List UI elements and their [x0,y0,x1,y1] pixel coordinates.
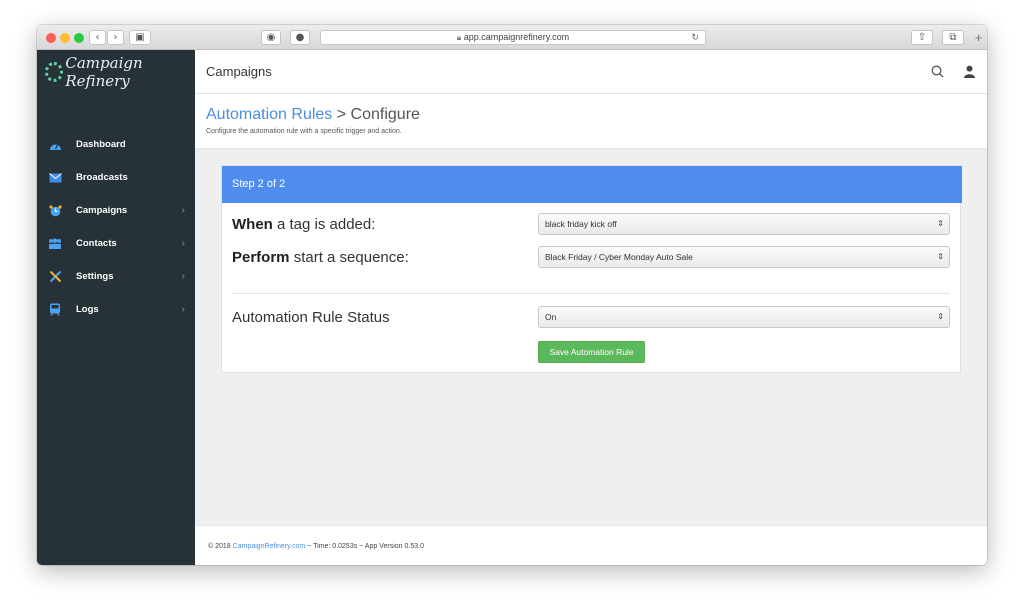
url-text: app.campaignrefinery.com [463,32,570,42]
sidebar-item-label: Logs [76,304,99,315]
page-footer: © 2018 CampaignRefinery.com ~ Time: 0.02… [195,525,987,565]
envelope-icon [48,172,62,184]
browser-window: ‹ › ▣ ◉ ● 🔒︎ app.campaignrefinery.com ↻ … [37,25,987,565]
dashboard-icon [48,139,62,151]
sidebar-toggle-icon[interactable]: ▣ [129,30,151,45]
form-divider [232,293,950,294]
share-icon[interactable]: ⇧ [911,30,933,45]
sidebar-item-dashboard[interactable]: Dashboard [37,128,195,161]
sidebar-item-label: Contacts [76,238,117,249]
chevron-right-icon: › [181,304,185,315]
tools-icon [48,270,62,283]
when-label-bold: When [232,216,273,233]
perform-sequence-value: Black Friday / Cyber Monday Auto Sale [545,252,693,262]
tabs-overview-icon[interactable]: ⧉ [942,30,964,45]
status-label: Automation Rule Status [232,309,390,326]
sidebar-item-contacts[interactable]: Contacts › [37,227,195,260]
perform-label: Perform start a sequence: [232,249,409,266]
address-bar[interactable]: 🔒︎ app.campaignrefinery.com ↻ [320,30,706,45]
back-icon[interactable]: ‹ [89,30,106,45]
when-tag-value: black friday kick off [545,219,617,229]
perform-label-text: start a sequence: [293,249,409,266]
breadcrumb-current: Configure [350,106,420,123]
user-icon[interactable] [963,65,977,79]
when-label: When a tag is added: [232,216,375,233]
minimize-window-button[interactable] [60,33,70,43]
sidebar-item-broadcasts[interactable]: Broadcasts [37,161,195,194]
train-icon [48,303,62,316]
step-indicator: Step 2 of 2 [222,166,962,203]
breadcrumb-separator: > [336,106,347,123]
people-icon [48,238,62,250]
select-arrows-icon: ⇕ [937,219,944,228]
sidebar: Campaign Refinery Dashboard Broadcasts C… [37,50,195,565]
brand-logo[interactable]: Campaign Refinery [37,50,195,94]
breadcrumb-automation-rules-link[interactable]: Automation Rules [206,106,332,123]
browser-toolbar: ‹ › ▣ ◉ ● 🔒︎ app.campaignrefinery.com ↻ … [37,25,987,50]
footer-site-link[interactable]: CampaignRefinery.com [233,543,306,550]
when-label-text: a tag is added: [277,216,376,233]
footer-copyright: © 2018 [208,543,231,550]
page-title: Automation Rules > Configure [206,106,420,124]
forward-icon[interactable]: › [107,30,124,45]
status-select[interactable]: On ⇕ [538,306,950,328]
chevron-right-icon: › [181,271,185,282]
reload-icon[interactable]: ↻ [691,31,699,44]
section-title: Campaigns [206,64,272,79]
chevron-right-icon: › [181,205,185,216]
privacy-icon[interactable]: ◉ [261,30,281,45]
page-subtitle: Configure the automation rule with a spe… [206,128,402,135]
perform-label-bold: Perform [232,249,290,266]
page-header: Automation Rules > Configure Configure t… [195,94,987,149]
alarm-clock-icon [48,204,62,217]
extension-icon[interactable]: ● [290,30,310,45]
app-topbar: Campaigns [195,50,987,94]
select-arrows-icon: ⇕ [937,252,944,261]
sidebar-item-label: Dashboard [76,139,126,150]
sidebar-item-logs[interactable]: Logs › [37,293,195,326]
select-arrows-icon: ⇕ [937,312,944,321]
status-value: On [545,312,557,322]
new-tab-icon[interactable]: + [970,30,987,46]
brand-name: Campaign Refinery [65,54,143,90]
automation-rule-form-card: Step 2 of 2 When a tag is added: black f… [221,165,962,373]
perform-sequence-select[interactable]: Black Friday / Cyber Monday Auto Sale ⇕ [538,246,950,268]
main-content: Step 2 of 2 When a tag is added: black f… [195,149,987,525]
sidebar-item-label: Settings [76,271,114,282]
chevron-right-icon: › [181,238,185,249]
sidebar-item-settings[interactable]: Settings › [37,260,195,293]
save-automation-rule-button[interactable]: Save Automation Rule [538,341,645,363]
footer-meta: ~ Time: 0.0253s ~ App Version 0.53.0 [307,543,424,550]
gear-logo-icon [45,62,64,82]
lock-icon: 🔒︎ [456,33,462,42]
zoom-window-button[interactable] [74,33,84,43]
search-icon[interactable] [931,65,945,79]
close-window-button[interactable] [46,33,56,43]
when-tag-select[interactable]: black friday kick off ⇕ [538,213,950,235]
footer-text: © 2018 CampaignRefinery.com ~ Time: 0.02… [208,543,424,550]
sidebar-item-label: Broadcasts [76,172,128,183]
sidebar-item-label: Campaigns [76,205,128,216]
sidebar-item-campaigns[interactable]: Campaigns › [37,194,195,227]
